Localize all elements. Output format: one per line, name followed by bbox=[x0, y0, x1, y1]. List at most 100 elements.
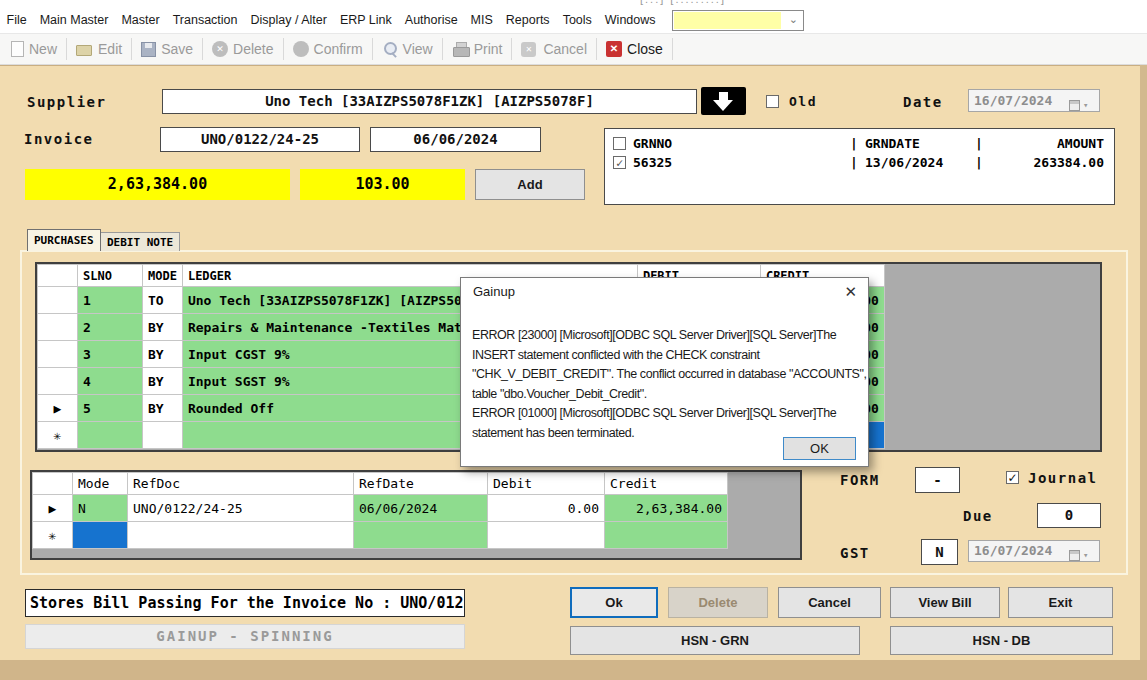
menu-master[interactable]: Master bbox=[115, 7, 166, 33]
bill-amount-field[interactable]: 2,63,384.00 bbox=[25, 169, 290, 200]
close-button[interactable]: ✕Close bbox=[597, 34, 672, 65]
menu-main-master[interactable]: Main Master bbox=[33, 7, 115, 33]
dialog-ok-button[interactable]: OK bbox=[783, 437, 856, 460]
toolbar: New Edit Save ✕Delete Confirm View Print… bbox=[0, 33, 1147, 65]
confirm-circle-icon bbox=[293, 41, 309, 57]
selected-cell[interactable] bbox=[73, 522, 128, 549]
window-title-fragment: [...] [.........] bbox=[640, 0, 726, 5]
grid-new-row[interactable]: ✳ bbox=[33, 522, 728, 549]
hsn-grn-button[interactable]: HSN - GRN bbox=[570, 626, 860, 655]
due-label: Due bbox=[963, 508, 993, 524]
cancel-square-icon: ✕ bbox=[521, 42, 536, 57]
grn-col-amount: AMOUNT bbox=[1057, 136, 1104, 151]
menu-tools[interactable]: Tools bbox=[556, 7, 598, 33]
cancel-button[interactable]: ✕Cancel bbox=[512, 34, 596, 65]
delete-button-footer[interactable]: Delete bbox=[668, 587, 768, 618]
new-button[interactable]: New bbox=[0, 34, 66, 65]
cancel-button-footer[interactable]: Cancel bbox=[778, 587, 881, 618]
menu-authorise[interactable]: Authorise bbox=[398, 7, 464, 33]
invoice-date-field[interactable]: 06/06/2024 bbox=[370, 127, 541, 152]
grid-header-row: Mode RefDoc RefDate Debit Credit bbox=[33, 473, 728, 495]
error-dialog: Gainup ✕ ERROR [23000] [Microsoft][ODBC … bbox=[460, 277, 869, 467]
narration-field[interactable]: Stores Bill Passing For the Invoice No :… bbox=[25, 589, 465, 617]
edit-button[interactable]: Edit bbox=[67, 34, 131, 65]
grn-col-date: GRNDATE bbox=[865, 136, 920, 151]
old-checkbox[interactable] bbox=[766, 95, 779, 108]
hsn-db-button[interactable]: HSN - DB bbox=[890, 626, 1113, 655]
grn-col-no: GRNNO bbox=[633, 136, 672, 151]
save-floppy-icon bbox=[141, 42, 156, 57]
window-selector-combobox[interactable]: ⌄ bbox=[672, 10, 804, 31]
menu-windows[interactable]: Windows bbox=[598, 7, 662, 33]
due-field[interactable]: 0 bbox=[1037, 503, 1101, 528]
print-button[interactable]: Print bbox=[443, 34, 512, 65]
grid-row[interactable]: ▶ N UNO/0122/24-25 06/06/2024 0.00 2,63,… bbox=[33, 495, 728, 522]
grn-select-all-checkbox[interactable] bbox=[613, 137, 626, 150]
supplier-lookup-button[interactable] bbox=[701, 87, 746, 115]
menu-display-alter[interactable]: Display / Alter bbox=[244, 7, 333, 33]
old-label: Old bbox=[789, 94, 817, 109]
confirm-button[interactable]: Confirm bbox=[284, 34, 372, 65]
grn-list-panel: GRNNO | GRNDATE | AMOUNT ✓ 56325 | 13/06… bbox=[604, 128, 1115, 205]
gst-field[interactable]: N bbox=[921, 539, 958, 565]
delete-button[interactable]: ✕Delete bbox=[203, 34, 282, 65]
col-refdoc[interactable]: RefDoc bbox=[128, 473, 354, 495]
ok-button[interactable]: Ok bbox=[570, 587, 658, 618]
new-row-marker: ✳ bbox=[33, 522, 73, 549]
down-arrow-icon bbox=[713, 100, 733, 111]
tab-purchases[interactable]: PURCHASES bbox=[27, 229, 101, 251]
grn-row-checkbox[interactable]: ✓ bbox=[613, 156, 626, 169]
col-slno[interactable]: SLNO bbox=[78, 265, 143, 287]
date-label: Date bbox=[903, 94, 943, 110]
col-mode[interactable]: MODE bbox=[143, 265, 183, 287]
dialog-close-icon[interactable]: ✕ bbox=[844, 283, 857, 301]
save-button[interactable]: Save bbox=[132, 34, 202, 65]
print-printer-icon bbox=[452, 41, 469, 57]
invoice-number-field[interactable]: UNO/0122/24-25 bbox=[160, 127, 360, 152]
menu-mis[interactable]: MIS bbox=[464, 7, 499, 33]
view-magnifier-icon bbox=[382, 41, 398, 57]
add-button[interactable]: Add bbox=[475, 169, 585, 200]
invoice-label: Invoice bbox=[24, 131, 94, 147]
dialog-message: ERROR [23000] [Microsoft][ODBC SQL Serve… bbox=[472, 326, 868, 444]
menu-erp-link[interactable]: ERP Link bbox=[333, 7, 398, 33]
grn-header-row: GRNNO | GRNDATE | AMOUNT bbox=[605, 134, 1114, 153]
gst-date-field[interactable]: 16/07/2024▾ bbox=[968, 540, 1100, 562]
current-row-marker: ▶ bbox=[33, 495, 73, 522]
journal-checkbox[interactable]: ✓ bbox=[1006, 471, 1019, 484]
form-label: FORM bbox=[840, 472, 880, 488]
close-red-icon: ✕ bbox=[606, 41, 622, 57]
calendar-icon[interactable]: ▾ bbox=[1069, 545, 1095, 565]
window-title-sliver: [...] [.........] bbox=[0, 0, 1147, 7]
grn-row[interactable]: ✓ 56325 | 13/06/2024 | 263384.00 bbox=[605, 153, 1114, 172]
col-refdate[interactable]: RefDate bbox=[354, 473, 488, 495]
brand-label: GAINUP - SPINNING bbox=[25, 624, 465, 649]
window-frame-right bbox=[1140, 65, 1147, 680]
delete-circle-icon: ✕ bbox=[212, 41, 228, 57]
tab-debit-note[interactable]: DEBIT NOTE bbox=[100, 232, 180, 251]
view-button[interactable]: View bbox=[373, 34, 442, 65]
gst-label: GST bbox=[840, 545, 870, 561]
supplier-label: Supplier bbox=[27, 94, 106, 110]
date-field[interactable]: 16/07/2024▾ bbox=[968, 89, 1100, 112]
supplier-field[interactable]: Uno Tech [33AIZPS5078F1ZK] [AIZPS5078F] bbox=[162, 89, 697, 114]
application-window: [...] [.........] File Main Master Maste… bbox=[0, 0, 1147, 680]
col-debit[interactable]: Debit bbox=[488, 473, 605, 495]
menu-reports[interactable]: Reports bbox=[499, 7, 556, 33]
toolbar-separator bbox=[672, 38, 673, 60]
dialog-title: Gainup bbox=[473, 284, 515, 299]
exit-button[interactable]: Exit bbox=[1008, 587, 1113, 618]
charge-amount-field[interactable]: 103.00 bbox=[300, 169, 465, 200]
view-bill-button[interactable]: View Bill bbox=[890, 587, 1000, 618]
chevron-down-icon: ⌄ bbox=[789, 13, 798, 26]
new-document-icon bbox=[11, 41, 24, 57]
journal-label: Journal bbox=[1028, 470, 1098, 486]
form-field[interactable]: - bbox=[915, 467, 960, 493]
menu-transaction[interactable]: Transaction bbox=[166, 7, 244, 33]
menu-file[interactable]: File bbox=[0, 7, 33, 33]
calendar-icon[interactable]: ▾ bbox=[1069, 94, 1095, 116]
combobox-value bbox=[674, 12, 781, 29]
col-mode[interactable]: Mode bbox=[73, 473, 128, 495]
new-row-marker: ✳ bbox=[38, 422, 78, 449]
col-credit[interactable]: Credit bbox=[605, 473, 728, 495]
